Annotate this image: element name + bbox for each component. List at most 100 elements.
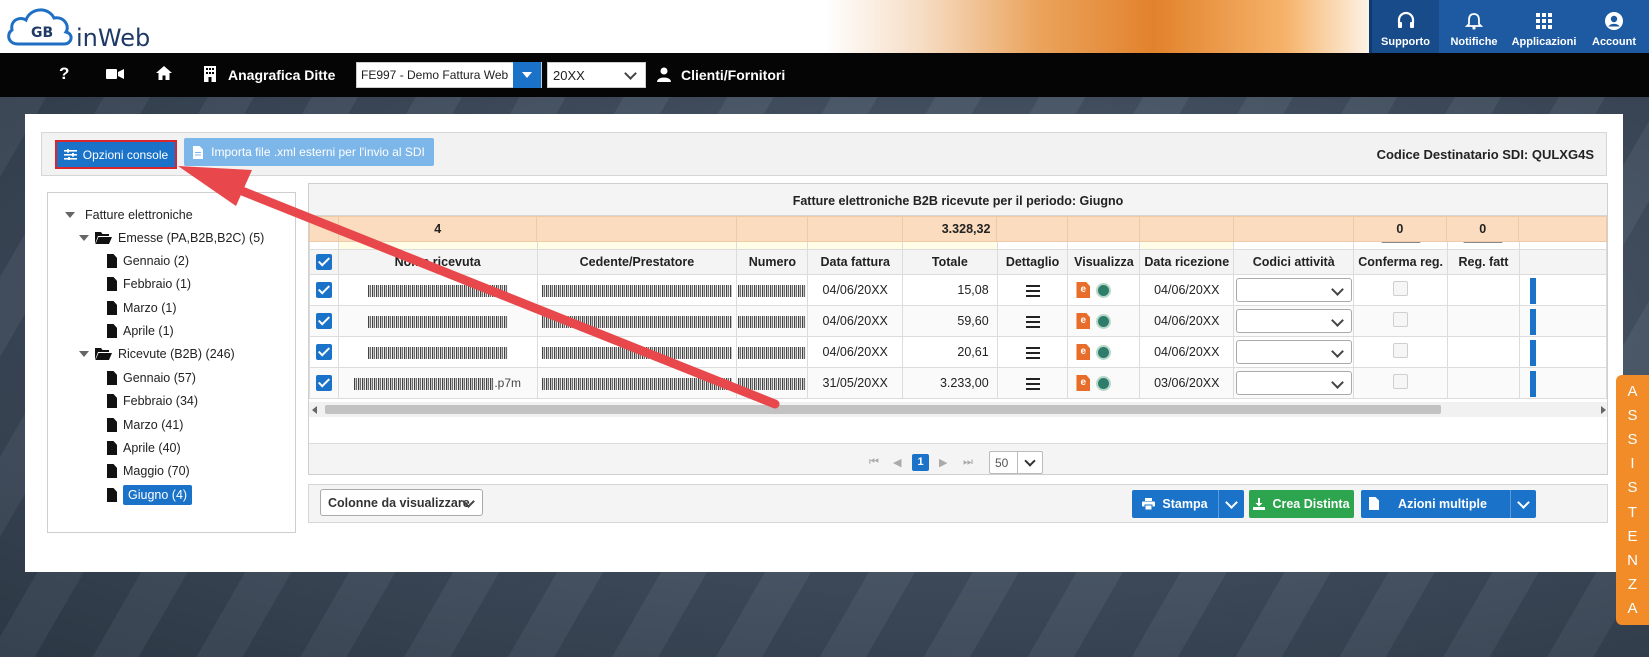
scroll-left-icon[interactable] <box>312 406 317 414</box>
row-checkbox[interactable] <box>315 282 332 298</box>
topnav-notifiche[interactable]: Notifiche <box>1439 0 1509 53</box>
col-header[interactable]: Data ricezione <box>1139 249 1235 275</box>
cell-codici[interactable] <box>1233 305 1355 337</box>
tree-ricevute-aprile[interactable]: Aprile (40) <box>107 441 181 455</box>
agenzia-entrate-icon[interactable] <box>1096 313 1112 329</box>
cell-conferma[interactable] <box>1353 367 1449 399</box>
cell-conferma[interactable] <box>1353 274 1449 306</box>
menu-icon[interactable] <box>1025 284 1040 297</box>
tree-emesse[interactable]: Emesse (PA,B2B,B2C) (5) <box>79 231 264 245</box>
agenzia-entrate-icon[interactable] <box>1096 282 1112 298</box>
conferma-checkbox[interactable] <box>1393 343 1409 358</box>
cell-action[interactable] <box>1518 336 1607 368</box>
cell-dettaglio[interactable] <box>996 367 1069 399</box>
tree-ricevute-maggio[interactable]: Maggio (70) <box>107 464 190 478</box>
topnav-account[interactable]: Account <box>1579 0 1649 53</box>
scroll-right-icon[interactable] <box>1601 406 1606 414</box>
select-all-cell[interactable] <box>309 249 339 275</box>
pdf-e-icon[interactable] <box>1076 313 1091 329</box>
table-row[interactable]: 04/06/20XX 20,61 04/06/20XX <box>309 336 1607 368</box>
row-select[interactable] <box>309 367 339 399</box>
col-header[interactable]: Cedente/Prestatore <box>536 249 738 275</box>
current-page[interactable]: 1 <box>912 454 929 471</box>
menu-icon[interactable] <box>1025 315 1040 328</box>
tree-ricevute-gennaio[interactable]: Gennaio (57) <box>107 371 196 385</box>
menu-icon[interactable] <box>1025 346 1040 359</box>
row-select[interactable] <box>309 305 339 337</box>
topnav-applicazioni[interactable]: Applicazioni <box>1509 0 1579 53</box>
crea-distinta-button[interactable]: Crea Distinta <box>1249 490 1354 518</box>
video-camera-icon[interactable] <box>106 67 124 81</box>
codici-attivita-select[interactable] <box>1235 278 1352 302</box>
chevron-down-icon[interactable] <box>1017 452 1043 473</box>
tree-ricevute-giugno[interactable]: Giugno (4) <box>107 485 193 505</box>
cell-conferma[interactable] <box>1353 305 1449 337</box>
codici-attivita-select[interactable] <box>1235 309 1352 333</box>
tree-root[interactable]: Fatture elettroniche <box>65 208 193 222</box>
cell-conferma[interactable] <box>1353 336 1449 368</box>
menu-icon[interactable] <box>1025 377 1040 390</box>
col-header[interactable]: Data fattura <box>807 249 904 275</box>
company-select-caret-icon[interactable] <box>513 62 541 88</box>
page-size-select[interactable]: 50 <box>989 451 1043 474</box>
cell-visualizza[interactable] <box>1067 305 1141 337</box>
help-icon[interactable]: ? <box>59 64 69 84</box>
row-action-button[interactable] <box>1529 371 1536 397</box>
tree-emesse-febbraio[interactable]: Febbraio (1) <box>107 277 191 291</box>
cell-codici[interactable] <box>1233 367 1355 399</box>
horizontal-scrollbar[interactable] <box>309 402 1607 417</box>
conferma-checkbox[interactable] <box>1393 312 1409 327</box>
scroll-thumb[interactable] <box>325 405 1441 414</box>
azioni-dropdown-icon[interactable] <box>1510 490 1536 518</box>
stampa-button[interactable]: Stampa <box>1132 490 1244 518</box>
pdf-e-icon[interactable] <box>1076 282 1091 298</box>
cell-action[interactable] <box>1518 305 1607 337</box>
row-checkbox[interactable] <box>315 375 332 391</box>
select-all-checkbox[interactable] <box>315 254 332 270</box>
assistenza-tab[interactable]: A S S I S T E N Z A <box>1616 375 1649 625</box>
pdf-e-icon[interactable] <box>1076 375 1091 391</box>
azioni-multiple-button[interactable]: Azioni multiple <box>1361 490 1536 518</box>
nav-anagrafica-ditte[interactable]: Anagrafica Ditte <box>228 67 335 83</box>
row-action-button[interactable] <box>1529 278 1536 304</box>
cell-dettaglio[interactable] <box>996 336 1069 368</box>
cell-action[interactable] <box>1518 367 1607 399</box>
table-row[interactable]: 04/06/20XX 15,08 04/06/20XX <box>309 274 1607 306</box>
opzioni-console-button[interactable]: Opzioni console <box>55 140 177 169</box>
last-page-icon[interactable]: ⏭ <box>963 456 973 469</box>
cell-dettaglio[interactable] <box>996 274 1069 306</box>
row-select[interactable] <box>309 336 339 368</box>
tree-ricevute-febbraio[interactable]: Febbraio (34) <box>107 394 198 408</box>
next-page-icon[interactable]: ▶ <box>939 456 947 469</box>
cell-action[interactable] <box>1518 274 1607 306</box>
agenzia-entrate-icon[interactable] <box>1096 344 1112 360</box>
agenzia-entrate-icon[interactable] <box>1096 375 1112 391</box>
cell-dettaglio[interactable] <box>996 305 1069 337</box>
cell-codici[interactable] <box>1233 274 1355 306</box>
tree-emesse-aprile[interactable]: Aprile (1) <box>107 324 174 338</box>
nav-clienti-fornitori[interactable]: Clienti/Fornitori <box>681 67 785 83</box>
row-action-button[interactable] <box>1529 309 1536 335</box>
pdf-e-icon[interactable] <box>1076 344 1091 360</box>
tree-ricevute[interactable]: Ricevute (B2B) (246) <box>79 347 235 361</box>
row-select[interactable] <box>309 274 339 306</box>
tree-emesse-gennaio[interactable]: Gennaio (2) <box>107 254 189 268</box>
first-page-icon[interactable]: ⏮ <box>869 456 879 469</box>
col-header[interactable]: Numero <box>736 249 809 275</box>
row-checkbox[interactable] <box>315 344 332 360</box>
cell-visualizza[interactable] <box>1067 367 1141 399</box>
cell-visualizza[interactable] <box>1067 336 1141 368</box>
prev-page-icon[interactable]: ◀ <box>893 456 901 469</box>
conferma-checkbox[interactable] <box>1393 281 1409 296</box>
topnav-supporto[interactable]: Supporto <box>1369 0 1439 53</box>
codici-attivita-select[interactable] <box>1235 371 1352 395</box>
row-checkbox[interactable] <box>315 313 332 329</box>
row-action-button[interactable] <box>1529 340 1536 366</box>
col-header[interactable]: Totale <box>902 249 998 275</box>
importa-xml-button[interactable]: Importa file .xml esterni per l'invio al… <box>184 138 434 166</box>
col-header[interactable]: Nome ricevuta <box>337 249 538 275</box>
home-icon[interactable] <box>155 65 173 81</box>
table-row[interactable]: .p7m 31/05/20XX 3.233,00 03/06/20XX <box>309 367 1607 399</box>
tree-ricevute-marzo[interactable]: Marzo (41) <box>107 418 183 432</box>
cell-visualizza[interactable] <box>1067 274 1141 306</box>
